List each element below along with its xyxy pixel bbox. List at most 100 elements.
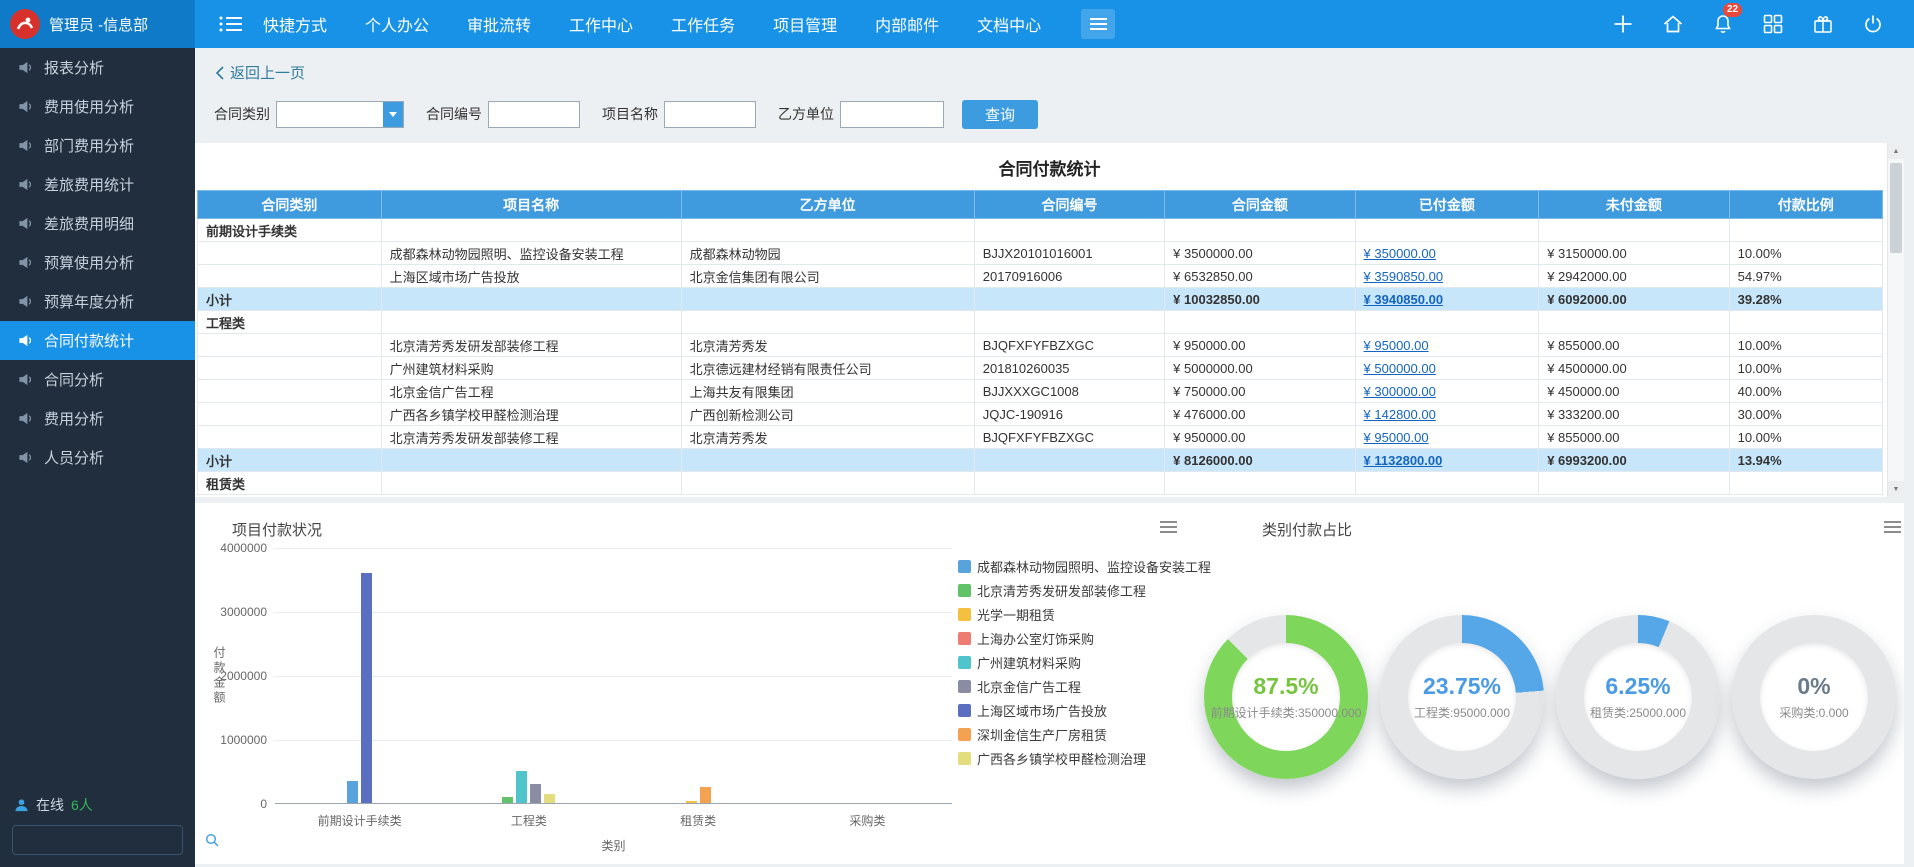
legend-item[interactable]: 广州建筑材料采购 (958, 652, 1211, 672)
sidebar-item-部门费用分析[interactable]: 部门费用分析 (0, 126, 195, 165)
y-tick-label: 4000000 (195, 541, 267, 555)
y-tick-label: 0 (195, 797, 267, 811)
nav-item[interactable]: 审批流转 (467, 12, 531, 36)
table-cell: 10.00% (1729, 334, 1882, 357)
sidebar-item-差旅费用统计[interactable]: 差旅费用统计 (0, 165, 195, 204)
table-cell: ¥ 750000.00 (1165, 380, 1355, 403)
back-link[interactable]: 返回上一页 (195, 48, 335, 83)
app-logo-icon (10, 9, 40, 39)
sidebar-item-预算年度分析[interactable]: 预算年度分析 (0, 282, 195, 321)
nav-item[interactable]: 工作任务 (671, 12, 735, 36)
legend-swatch (958, 560, 971, 573)
table-row-subtotal: 小计¥ 8126000.00¥ 1132800.00¥ 6993200.0013… (198, 449, 1883, 472)
table-cell (1355, 311, 1539, 334)
grid-icon[interactable] (1760, 11, 1786, 37)
menu-list-icon[interactable] (219, 15, 243, 33)
sidebar-search-input[interactable] (13, 826, 205, 854)
contract-category-select[interactable] (276, 101, 404, 128)
home-icon[interactable] (1660, 11, 1686, 37)
table-cell: 北京清芳秀发 (681, 334, 974, 357)
legend-item[interactable]: 广西各乡镇学校甲醛检测治理 (958, 748, 1211, 768)
sidebar-item-预算使用分析[interactable]: 预算使用分析 (0, 243, 195, 282)
paid-amount-link[interactable]: ¥ 300000.00 (1364, 384, 1436, 399)
column-header: 已付金额 (1355, 191, 1539, 219)
table-row-data: 北京清芳秀发研发部装修工程北京清芳秀发BJQFXFYFBZXGC¥ 950000… (198, 334, 1883, 357)
legend-label: 广州建筑材料采购 (977, 653, 1081, 672)
gift-icon[interactable] (1810, 11, 1836, 37)
table-cell: 上海共友有限集团 (681, 380, 974, 403)
bar-chart-menu-icon[interactable] (1160, 521, 1177, 536)
plus-icon[interactable] (1610, 11, 1636, 37)
sidebar-menu: 报表分析费用使用分析部门费用分析差旅费用统计差旅费用明细预算使用分析预算年度分析… (0, 48, 195, 477)
table-cell (1355, 219, 1539, 242)
paid-amount-link[interactable]: ¥ 142800.00 (1364, 407, 1436, 422)
bell-icon[interactable]: 22 (1710, 11, 1736, 37)
scroll-up-button[interactable]: ▲ (1888, 143, 1904, 159)
contract-number-input[interactable] (488, 101, 580, 128)
column-header: 未付金额 (1539, 191, 1729, 219)
table-cell: 广州建筑材料采购 (381, 357, 681, 380)
power-icon[interactable] (1860, 11, 1886, 37)
legend-item[interactable]: 光学一期租赁 (958, 604, 1211, 624)
nav-item[interactable]: 文档中心 (977, 12, 1041, 36)
legend-item[interactable]: 深圳金信生产厂房租赁 (958, 724, 1211, 744)
paid-amount-link[interactable]: ¥ 350000.00 (1364, 246, 1436, 261)
scroll-down-button[interactable]: ▼ (1888, 481, 1904, 497)
legend-item[interactable]: 北京清芳秀发研发部装修工程 (958, 580, 1211, 600)
chevron-down-icon[interactable] (383, 102, 403, 127)
column-header: 合同金额 (1165, 191, 1355, 219)
table-cell (681, 288, 974, 311)
sidebar-item-合同付款统计[interactable]: 合同付款统计 (0, 321, 195, 360)
paid-amount-link[interactable]: ¥ 500000.00 (1364, 361, 1436, 376)
table-cell: ¥ 950000.00 (1165, 426, 1355, 449)
table-cell (198, 357, 382, 380)
sidebar-item-人员分析[interactable]: 人员分析 (0, 438, 195, 477)
nav-item[interactable]: 快捷方式 (263, 12, 327, 36)
table-cell: 201810260035 (974, 357, 1164, 380)
table-cell: ¥ 3590850.00 (1355, 265, 1539, 288)
paid-amount-link[interactable]: ¥ 3940850.00 (1364, 292, 1444, 307)
donut-percent: 87.5% (1253, 673, 1318, 700)
donut-label: 租赁类:25000.000 (1590, 704, 1686, 721)
table-cell: 上海区域市场广告投放 (381, 265, 681, 288)
legend-item[interactable]: 北京金信广告工程 (958, 676, 1211, 696)
nav-more-button[interactable] (1081, 9, 1115, 39)
back-chevron-icon (215, 66, 224, 80)
party-unit-input[interactable] (840, 101, 944, 128)
nav-item[interactable]: 内部邮件 (875, 12, 939, 36)
search-icon[interactable] (205, 833, 227, 847)
table-cell: 10.00% (1729, 242, 1882, 265)
table-row-data: 上海区域市场广告投放北京金信集团有限公司20170916006¥ 6532850… (198, 265, 1883, 288)
table-cell: ¥ 300000.00 (1355, 380, 1539, 403)
sidebar-item-费用分析[interactable]: 费用分析 (0, 399, 195, 438)
legend-swatch (958, 584, 971, 597)
topbar-actions: 22 (1610, 11, 1914, 37)
sidebar-item-报表分析[interactable]: 报表分析 (0, 48, 195, 87)
scrollbar-thumb[interactable] (1890, 163, 1902, 253)
sidebar-item-差旅费用明细[interactable]: 差旅费用明细 (0, 204, 195, 243)
contract-table-panel: 合同付款统计 合同类别项目名称乙方单位合同编号合同金额已付金额未付金额付款比例 … (195, 143, 1904, 497)
legend-item[interactable]: 上海区域市场广告投放 (958, 700, 1211, 720)
query-button[interactable]: 查询 (962, 100, 1038, 129)
paid-amount-link[interactable]: ¥ 3590850.00 (1364, 269, 1444, 284)
legend-item[interactable]: 上海办公室灯饰采购 (958, 628, 1211, 648)
table-cell (198, 403, 382, 426)
table-cell: 北京清芳秀发 (681, 426, 974, 449)
paid-amount-link[interactable]: ¥ 1132800.00 (1364, 453, 1443, 468)
project-name-input[interactable] (664, 101, 756, 128)
nav-item[interactable]: 项目管理 (773, 12, 837, 36)
table-row-data: 广州建筑材料采购北京德远建材经销有限责任公司201810260035¥ 5000… (198, 357, 1883, 380)
paid-amount-link[interactable]: ¥ 95000.00 (1364, 430, 1429, 445)
table-cell: ¥ 8126000.00 (1165, 449, 1355, 472)
table-scrollbar[interactable]: ▲ ▼ (1887, 143, 1904, 497)
nav-item[interactable]: 个人办公 (365, 12, 429, 36)
sidebar-item-费用使用分析[interactable]: 费用使用分析 (0, 87, 195, 126)
donut-chart-menu-icon[interactable] (1884, 521, 1901, 536)
legend-item[interactable]: 成都森林动物园照明、监控设备安装工程 (958, 556, 1211, 576)
sidebar-item-合同分析[interactable]: 合同分析 (0, 360, 195, 399)
nav-item[interactable]: 工作中心 (569, 12, 633, 36)
paid-amount-link[interactable]: ¥ 95000.00 (1364, 338, 1429, 353)
table-cell: ¥ 6092000.00 (1539, 288, 1729, 311)
table-header-row: 合同类别项目名称乙方单位合同编号合同金额已付金额未付金额付款比例 (198, 191, 1883, 219)
table-cell: ¥ 95000.00 (1355, 426, 1539, 449)
